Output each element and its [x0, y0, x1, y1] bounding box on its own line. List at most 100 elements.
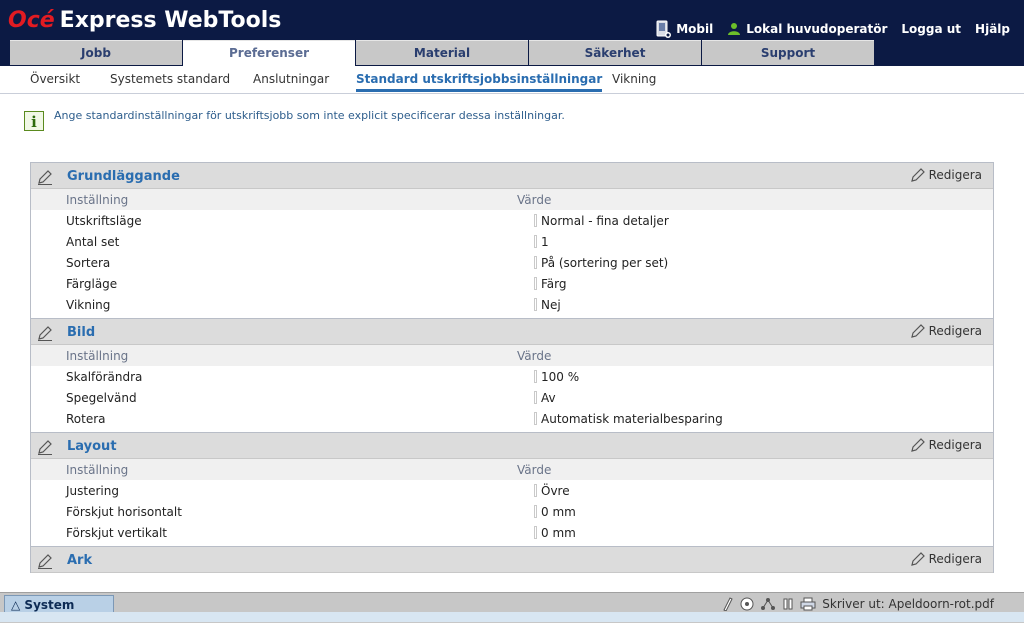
bottom-strip	[0, 612, 1024, 622]
pencil-icon	[910, 168, 925, 182]
section-grundlaggande: Grundläggande Redigera Inställning Värde…	[30, 162, 994, 318]
setting-name: Utskriftsläge	[66, 214, 142, 228]
table-row: Förskjut vertikalt 0 mm	[31, 522, 993, 543]
setting-value: 0 mm	[534, 505, 576, 519]
column-header-row: Inställning Värde	[31, 459, 993, 480]
pencil-icon[interactable]	[37, 553, 53, 569]
mobile-icon	[656, 20, 672, 38]
subnav-vikning[interactable]: Vikning	[612, 72, 656, 86]
subnav-oversikt[interactable]: Översikt	[30, 72, 80, 86]
table-row: Skalförändra 100 %	[31, 366, 993, 387]
pencil-icon[interactable]	[37, 439, 53, 455]
tab-material[interactable]: Material	[356, 40, 528, 65]
edit-button[interactable]: Redigera	[910, 167, 982, 183]
user-link-label: Lokal huvudoperatör	[746, 22, 888, 36]
tab-preferenser[interactable]: Preferenser	[183, 40, 355, 66]
user-link[interactable]: Lokal huvudoperatör	[727, 22, 887, 36]
app-title: Express WebTools	[59, 8, 282, 33]
column-header-value: Värde	[517, 193, 552, 207]
mobile-link-label: Mobil	[676, 22, 714, 36]
section-title: Ark	[67, 553, 93, 568]
mobile-link[interactable]: Mobil	[655, 20, 713, 38]
paper-icon[interactable]	[720, 597, 734, 611]
setting-value: Av	[534, 391, 556, 405]
section-title: Bild	[67, 325, 96, 340]
pause-icon[interactable]	[782, 597, 794, 611]
table-row: Vikning Nej	[31, 294, 993, 315]
pencil-icon[interactable]	[37, 325, 53, 341]
setting-name: Sortera	[66, 256, 111, 270]
edit-button[interactable]: Redigera	[910, 323, 982, 339]
section-layout: Layout Redigera Inställning Värde Juster…	[30, 432, 994, 546]
column-header-setting: Inställning	[66, 463, 129, 477]
section-title: Layout	[67, 439, 117, 454]
status-area: Skriver ut: Apeldoorn-rot.pdf	[720, 597, 994, 611]
tab-sakerhet[interactable]: Säkerhet	[529, 40, 701, 65]
user-icon	[728, 23, 741, 35]
sub-navigation: Översikt Systemets standard Anslutningar…	[0, 66, 1024, 94]
status-text: Skriver ut: Apeldoorn-rot.pdf	[822, 597, 994, 611]
section-header: Grundläggande Redigera	[31, 163, 993, 189]
info-text: Ange standardinställningar för utskrifts…	[54, 109, 565, 122]
main-tabs: Jobb Preferenser Material Säkerhet Suppo…	[10, 40, 875, 66]
pencil-icon[interactable]	[37, 169, 53, 185]
setting-value: Övre	[534, 484, 570, 498]
setting-name: Antal set	[66, 235, 120, 249]
section-header: Ark Redigera	[31, 547, 993, 573]
column-header-setting: Inställning	[66, 349, 129, 363]
edit-button[interactable]: Redigera	[910, 551, 982, 567]
table-row: Utskriftsläge Normal - fina detaljer	[31, 210, 993, 231]
table-row: Antal set 1	[31, 231, 993, 252]
section-header: Bild Redigera	[31, 319, 993, 345]
pencil-icon	[910, 324, 925, 338]
setting-value: 1	[534, 235, 549, 249]
setting-name: Förskjut vertikalt	[66, 526, 167, 540]
tab-support[interactable]: Support	[702, 40, 874, 65]
setting-value: Nej	[534, 298, 561, 312]
table-row: Spegelvänd Av	[31, 387, 993, 408]
help-link[interactable]: Hjälp	[975, 22, 1010, 36]
subnav-systemets-standard[interactable]: Systemets standard	[110, 72, 230, 86]
section-ark: Ark Redigera	[30, 546, 994, 573]
table-row: Färgläge Färg	[31, 273, 993, 294]
setting-value: Färg	[534, 277, 567, 291]
column-header-value: Värde	[517, 349, 552, 363]
column-header-row: Inställning Värde	[31, 345, 993, 366]
edit-button-label: Redigera	[928, 324, 982, 338]
setting-name: Rotera	[66, 412, 106, 426]
table-row: Sortera På (sortering per set)	[31, 252, 993, 273]
help-link-label: Hjälp	[975, 22, 1010, 36]
column-header-value: Värde	[517, 463, 552, 477]
setting-name: Skalförändra	[66, 370, 143, 384]
logout-link[interactable]: Logga ut	[901, 22, 961, 36]
table-row: Rotera Automatisk materialbesparing	[31, 408, 993, 429]
table-row: Förskjut horisontalt 0 mm	[31, 501, 993, 522]
setting-name: Förskjut horisontalt	[66, 505, 182, 519]
triangle-up-icon: △	[11, 598, 21, 612]
nodes-icon[interactable]	[760, 597, 776, 611]
system-tab-label: System	[24, 598, 75, 612]
top-links: Mobil Lokal huvudoperatör Logga ut Hjälp	[655, 20, 1010, 38]
setting-value: Automatisk materialbesparing	[534, 412, 723, 426]
info-icon: i	[24, 111, 44, 131]
subnav-anslutningar[interactable]: Anslutningar	[253, 72, 329, 86]
column-header-setting: Inställning	[66, 193, 129, 207]
setting-name: Vikning	[66, 298, 111, 312]
section-title: Grundläggande	[67, 169, 180, 184]
app-header: Océ Express WebTools Mobil Lokal huvudope…	[0, 0, 1024, 66]
column-header-row: Inställning Värde	[31, 189, 993, 210]
subnav-standard-utskriftsjobb[interactable]: Standard utskriftsjobbsinställningar	[356, 72, 603, 92]
setting-name: Färgläge	[66, 277, 118, 291]
disc-icon[interactable]	[740, 597, 754, 611]
setting-value: 0 mm	[534, 526, 576, 540]
logout-link-label: Logga ut	[901, 22, 962, 36]
brand-logo: Océ	[8, 8, 55, 33]
edit-button[interactable]: Redigera	[910, 437, 982, 453]
setting-value: Normal - fina detaljer	[534, 214, 669, 228]
setting-name: Justering	[66, 484, 119, 498]
setting-name: Spegelvänd	[66, 391, 137, 405]
printer-icon[interactable]	[800, 597, 816, 611]
section-bild: Bild Redigera Inställning Värde Skalförä…	[30, 318, 994, 432]
setting-value: På (sortering per set)	[534, 256, 668, 270]
tab-jobb[interactable]: Jobb	[10, 40, 182, 65]
